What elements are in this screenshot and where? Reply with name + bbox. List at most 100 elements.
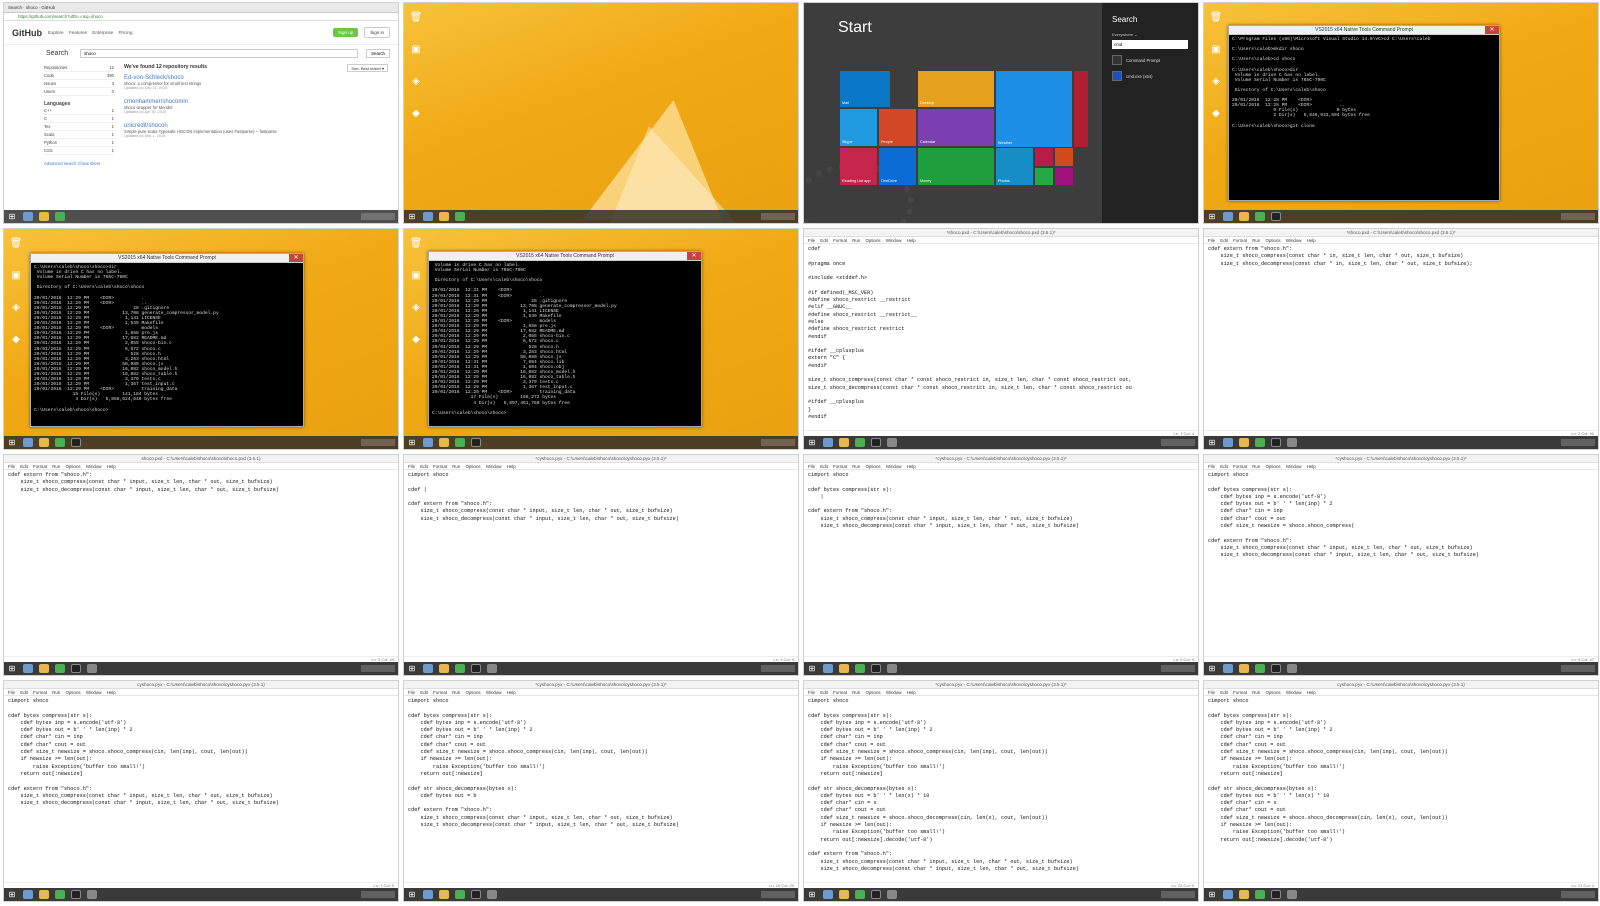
explorer-icon[interactable]	[439, 890, 449, 899]
cmd-icon[interactable]	[71, 890, 81, 899]
sidebar-item[interactable]: Repositories 12	[44, 64, 114, 72]
shortcut-icon[interactable]: ◈	[1208, 73, 1224, 91]
charm-search-input[interactable]: cmd	[1112, 40, 1188, 49]
start-icon[interactable]: ⊞	[7, 438, 17, 447]
browser-tab[interactable]: Search · shoco · GitHub	[4, 3, 398, 13]
chrome-icon[interactable]	[55, 664, 65, 673]
ie-icon[interactable]	[823, 438, 833, 447]
chrome-icon[interactable]	[55, 212, 65, 221]
explorer-icon[interactable]	[39, 212, 49, 221]
cmd-icon[interactable]	[871, 890, 881, 899]
tile-small[interactable]	[1055, 168, 1073, 185]
start-icon[interactable]: ⊞	[807, 890, 817, 899]
editor-menu[interactable]: File Edit Format Run Options Window Help	[804, 237, 1198, 244]
tile-small[interactable]	[1035, 148, 1053, 166]
folder-icon[interactable]: ▣	[408, 41, 424, 59]
explorer-icon[interactable]	[39, 664, 49, 673]
explorer-icon[interactable]	[1239, 890, 1249, 899]
python-idle-icon[interactable]	[87, 664, 97, 673]
editor-title[interactable]: *shoco.pxd - C:\Users\caleb\shoco\shoco.…	[1204, 229, 1598, 237]
start-icon[interactable]: ⊞	[407, 890, 417, 899]
tile-people[interactable]: People	[879, 109, 916, 146]
search-scope[interactable]: Everywhere ⌄	[1112, 32, 1198, 37]
shortcut-icon[interactable]: ◈	[408, 73, 424, 91]
ie-icon[interactable]	[823, 890, 833, 899]
ie-icon[interactable]	[1223, 438, 1233, 447]
ie-icon[interactable]	[423, 438, 433, 447]
sidebar-item[interactable]: Issues 3	[44, 80, 114, 88]
cmd-icon[interactable]	[1271, 212, 1281, 221]
close-icon[interactable]: ✕	[289, 254, 303, 262]
signin-button[interactable]: Sign in	[364, 27, 390, 38]
editor-title[interactable]: *shoco.pxd - C:\Users\caleb\shoco\shoco.…	[804, 229, 1198, 237]
cmd-icon[interactable]	[1271, 438, 1281, 447]
ie-icon[interactable]	[823, 664, 833, 673]
editor-title[interactable]: *cyshoco.pyx - C:\Users\caleb\shoco\shoc…	[404, 455, 798, 463]
language-item[interactable]: Tex 1	[44, 123, 114, 131]
search-input[interactable]: shoco	[80, 49, 359, 58]
tile-news[interactable]	[1074, 71, 1088, 147]
recycle-bin-icon[interactable]: 🗑	[408, 9, 424, 27]
recycle-bin-icon[interactable]: 🗑	[1208, 9, 1224, 27]
ie-icon[interactable]	[23, 890, 33, 899]
editor-menu[interactable]: File Edit Format Run Options Window Help	[1204, 689, 1598, 696]
tile-reading-list[interactable]: Reading List app	[840, 148, 877, 185]
tile-small[interactable]	[1035, 168, 1053, 185]
start-icon[interactable]: ⊞	[807, 438, 817, 447]
shortcut-icon[interactable]: ◈	[8, 299, 24, 317]
start-icon[interactable]: ⊞	[7, 664, 17, 673]
python-idle-icon[interactable]	[887, 890, 897, 899]
python-idle-icon[interactable]	[487, 664, 497, 673]
explorer-icon[interactable]	[439, 212, 449, 221]
explorer-icon[interactable]	[839, 664, 849, 673]
start-icon[interactable]: ⊞	[407, 438, 417, 447]
start-icon[interactable]: ⊞	[1207, 438, 1217, 447]
visual-studio-icon[interactable]: ◆	[408, 331, 424, 349]
code-area[interactable]: cimport shoco cdef bytes compress(str s)…	[1204, 470, 1598, 656]
cmd-icon[interactable]	[471, 438, 481, 447]
recycle-bin-icon[interactable]: 🗑	[8, 235, 24, 253]
address-bar[interactable]: https://github.com/search?utf8=✓&q=shoco	[4, 13, 398, 21]
start-icon[interactable]: ⊞	[407, 664, 417, 673]
ie-icon[interactable]	[23, 212, 33, 221]
tile-small[interactable]	[1055, 148, 1073, 166]
editor-title[interactable]: shoco.pxd - C:\Users\caleb\shoco\shoco\s…	[4, 455, 398, 463]
python-idle-icon[interactable]	[1287, 438, 1297, 447]
console-output[interactable]: C:\Program Files (x86)\Microsoft Visual …	[1229, 35, 1499, 131]
tile-calendar[interactable]: Calendar	[918, 109, 994, 146]
search-button[interactable]: Search	[366, 49, 390, 58]
chrome-icon[interactable]	[1255, 212, 1265, 221]
python-idle-icon[interactable]	[1287, 664, 1297, 673]
recycle-bin-icon[interactable]: 🗑	[408, 235, 424, 253]
ie-icon[interactable]	[423, 664, 433, 673]
code-area[interactable]: cimport shoco cdef bytes compress(str s)…	[404, 696, 798, 882]
editor-menu[interactable]: File Edit Format Run Options Window Help	[4, 689, 398, 696]
tile-photos[interactable]: Photos	[996, 148, 1033, 185]
explorer-icon[interactable]	[39, 890, 49, 899]
ie-icon[interactable]	[1223, 664, 1233, 673]
chrome-icon[interactable]	[455, 890, 465, 899]
editor-menu[interactable]: File Edit Format Run Options Window Help	[404, 689, 798, 696]
chrome-icon[interactable]	[1255, 890, 1265, 899]
ie-icon[interactable]	[1223, 890, 1233, 899]
code-area[interactable]: cimport shoco cdef bytes compress(str s)…	[4, 696, 398, 882]
python-idle-icon[interactable]	[1287, 890, 1297, 899]
cmd-icon[interactable]	[71, 664, 81, 673]
chrome-icon[interactable]	[455, 212, 465, 221]
start-icon[interactable]: ⊞	[1207, 890, 1217, 899]
start-icon[interactable]: ⊞	[407, 212, 417, 221]
cmd-icon[interactable]	[1271, 664, 1281, 673]
chrome-icon[interactable]	[1255, 438, 1265, 447]
ie-icon[interactable]	[1223, 212, 1233, 221]
ie-icon[interactable]	[23, 438, 33, 447]
command-prompt-window[interactable]: VS2015 x64 Native Tools Command Prompt ✕ …	[30, 253, 304, 427]
chrome-icon[interactable]	[855, 890, 865, 899]
search-result[interactable]: Command Prompt	[1112, 55, 1198, 65]
folder-icon[interactable]: ▣	[1208, 41, 1224, 59]
command-prompt-window[interactable]: VS2015 x64 Native Tools Command Prompt ✕ …	[1228, 25, 1500, 201]
editor-title[interactable]: *cyshoco.pyx - C:\Users\caleb\shoco\shoc…	[1204, 455, 1598, 463]
editor-menu[interactable]: File Edit Format Run Options Window Help	[1204, 237, 1598, 244]
tile-onedrive[interactable]: OneDrive	[879, 148, 916, 185]
explorer-icon[interactable]	[1239, 212, 1249, 221]
github-logo[interactable]: GitHub	[12, 28, 42, 38]
